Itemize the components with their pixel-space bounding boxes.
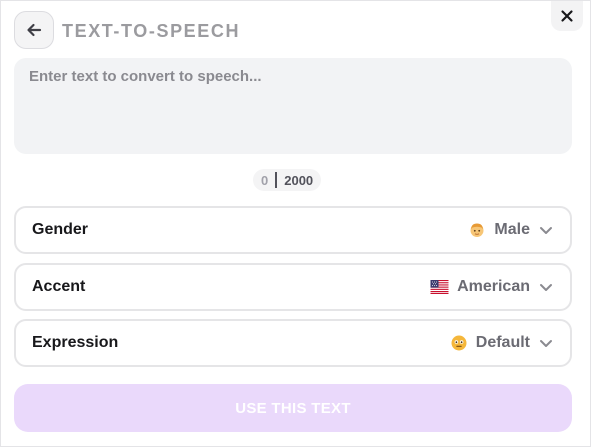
page-title: TEXT-TO-SPEECH bbox=[62, 21, 241, 41]
close-icon bbox=[561, 10, 573, 22]
chevron-down-icon bbox=[540, 227, 552, 234]
accent-select[interactable]: Accent American bbox=[14, 263, 572, 311]
speech-text-input[interactable] bbox=[14, 58, 572, 154]
character-count: 0 bbox=[261, 172, 269, 188]
counter-divider bbox=[275, 172, 278, 188]
character-limit: 2000 bbox=[284, 172, 314, 188]
close-button[interactable] bbox=[551, 1, 583, 31]
gender-label: Gender bbox=[32, 221, 89, 238]
gender-value: Male bbox=[494, 221, 530, 238]
us-flag-icon bbox=[430, 280, 449, 294]
expression-select[interactable]: Expression Default bbox=[14, 319, 572, 367]
expression-value-group: Default bbox=[450, 334, 554, 352]
back-button[interactable] bbox=[14, 11, 54, 49]
neutral-face-icon bbox=[451, 335, 467, 351]
character-counter: 0 2000 bbox=[253, 169, 322, 191]
text-input-container bbox=[14, 58, 572, 154]
expression-value: Default bbox=[475, 334, 530, 351]
expression-label: Expression bbox=[32, 334, 119, 351]
gender-value-group: Male bbox=[468, 221, 554, 239]
accent-value-group: American bbox=[430, 278, 554, 296]
male-emoji-icon bbox=[470, 223, 484, 237]
use-this-text-button[interactable]: USE THIS TEXT bbox=[14, 384, 572, 432]
arrow-left-icon bbox=[27, 23, 42, 37]
text-to-speech-panel: TEXT-TO-SPEECH 0 2000 Gender Male bbox=[0, 0, 591, 447]
chevron-down-icon bbox=[540, 284, 552, 291]
accent-value: American bbox=[457, 278, 530, 295]
chevron-down-icon bbox=[540, 340, 552, 347]
gender-select[interactable]: Gender Male bbox=[14, 206, 572, 254]
accent-label: Accent bbox=[32, 278, 86, 295]
